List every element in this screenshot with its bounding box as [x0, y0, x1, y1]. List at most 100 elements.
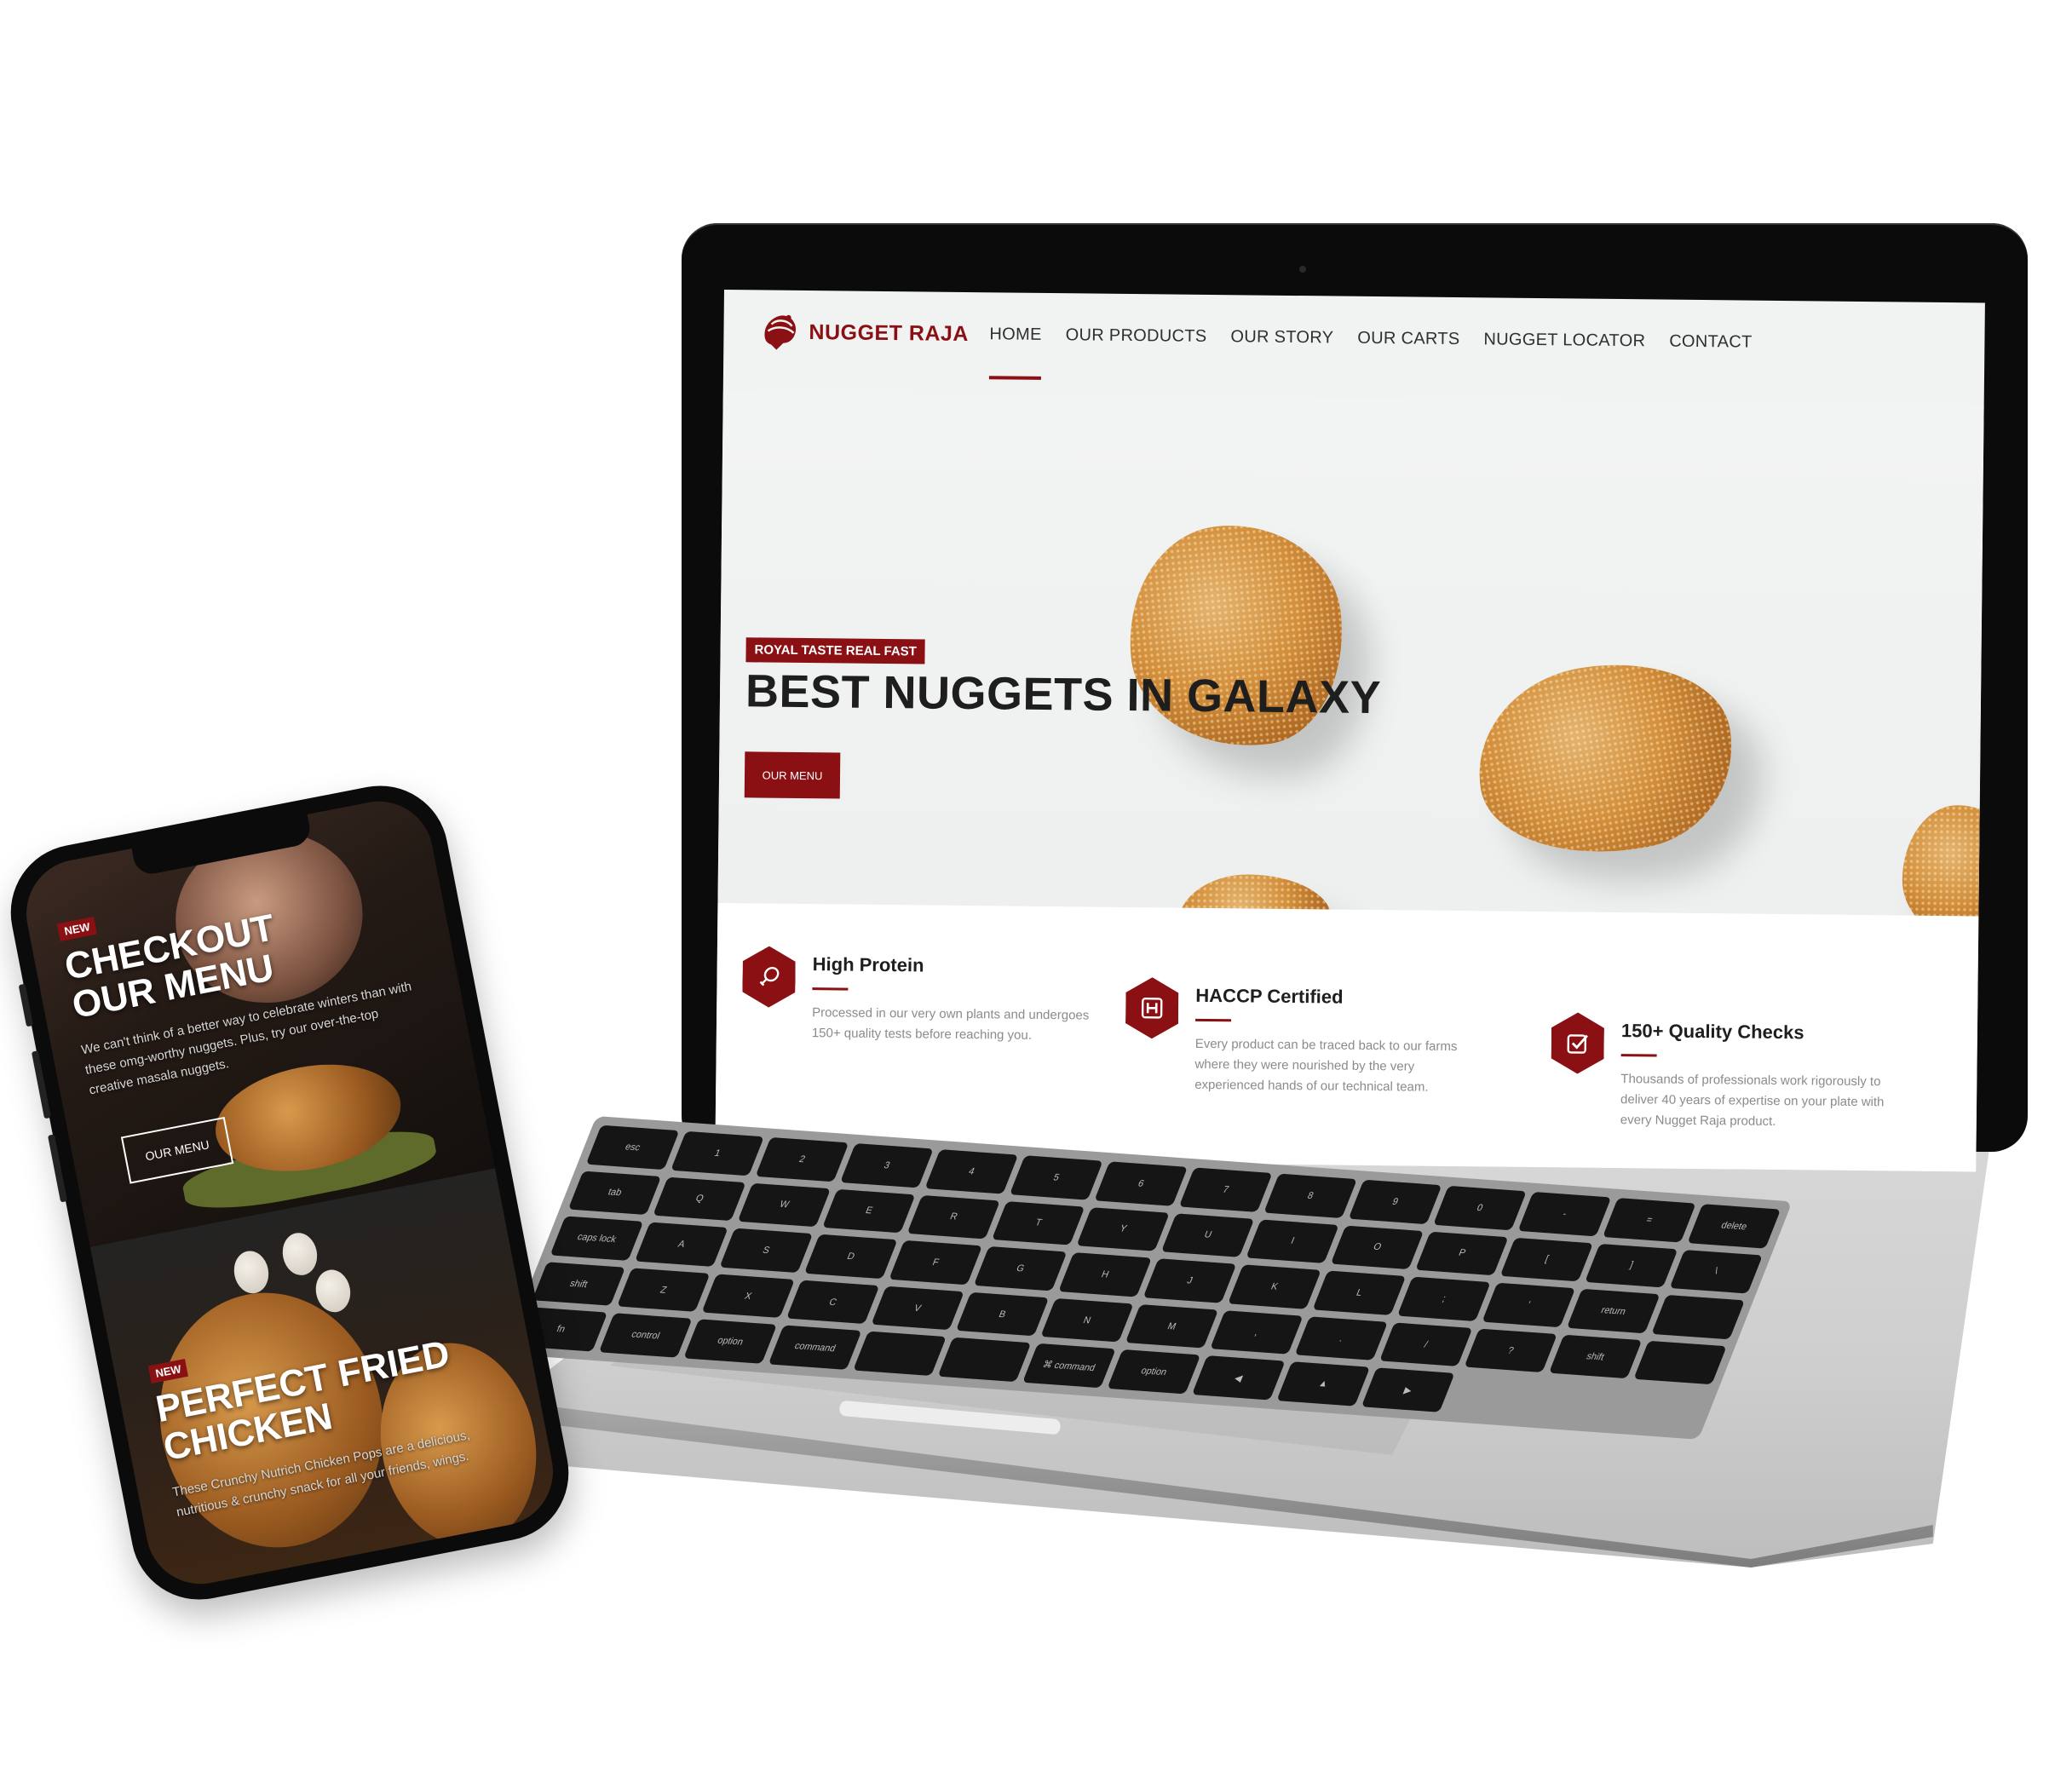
hero-tagline-badge: ROYAL TASTE REAL FAST — [745, 637, 926, 664]
keyboard-key[interactable]: shift — [532, 1262, 626, 1307]
our-menu-button[interactable]: OUR MENU — [744, 751, 841, 799]
camera-icon — [1299, 266, 1306, 273]
feature-divider — [1195, 1018, 1232, 1022]
keyboard-key[interactable]: D — [803, 1234, 898, 1280]
keyboard-key[interactable]: X — [701, 1274, 795, 1319]
keyboard-key[interactable] — [853, 1332, 947, 1377]
phone-side-button — [18, 983, 34, 1027]
keyboard-key[interactable]: K — [1228, 1264, 1321, 1309]
keyboard-key[interactable]: option — [683, 1319, 777, 1364]
keyboard-key[interactable]: G — [973, 1246, 1068, 1291]
keyboard-key[interactable]: / — [1378, 1322, 1473, 1367]
keyboard-key[interactable]: 9 — [1348, 1179, 1442, 1224]
keyboard-key[interactable]: 2 — [755, 1136, 849, 1182]
feature-title: High Protein — [812, 953, 924, 976]
keyboard-key[interactable]: O — [1330, 1225, 1424, 1270]
keyboard-key[interactable]: Y — [1076, 1206, 1170, 1251]
keyboard-key[interactable]: P — [1415, 1231, 1509, 1276]
main-nav: HOME OUR PRODUCTS OUR STORY OUR CARTS NU… — [989, 325, 1752, 352]
nav-our-carts[interactable]: OUR CARTS — [1357, 329, 1459, 349]
keyboard-key[interactable]: option — [1107, 1349, 1201, 1395]
keyboard-key[interactable]: shift — [1548, 1334, 1643, 1379]
keyboard-key[interactable]: ; — [1397, 1276, 1491, 1321]
keyboard-key[interactable]: command — [768, 1325, 862, 1370]
keyboard-key[interactable]: = — [1603, 1198, 1696, 1243]
keyboard-key[interactable]: control — [598, 1313, 693, 1358]
menu-promo-section: NEW CHECKOUT OUR MENU We can't think of … — [17, 791, 495, 1247]
keyboard-key[interactable]: ⌘ command — [1022, 1343, 1116, 1389]
keyboard-key[interactable]: ' — [1482, 1282, 1576, 1327]
keyboard-key[interactable]: 5 — [1010, 1155, 1103, 1200]
feature-text: Every product can be traced back to our … — [1194, 1036, 1458, 1095]
egg-image — [279, 1229, 321, 1279]
nav-home[interactable]: HOME — [989, 325, 1041, 345]
keyboard-key[interactable]: 6 — [1094, 1161, 1189, 1206]
keyboard-key[interactable]: 1 — [671, 1130, 764, 1176]
check-box-icon — [1551, 1012, 1604, 1074]
keyboard-key[interactable]: ◀ — [1191, 1355, 1286, 1401]
keyboard-key[interactable]: E — [822, 1188, 916, 1234]
keyboard-key[interactable] — [1633, 1340, 1727, 1385]
keyboard-key[interactable]: W — [737, 1182, 832, 1228]
nav-our-products[interactable]: OUR PRODUCTS — [1066, 325, 1207, 347]
hero-section: ROYAL TASTE REAL FAST BEST NUGGETS IN GA… — [717, 391, 1985, 969]
phone-screen: NEW CHECKOUT OUR MENU We can't think of … — [17, 791, 562, 1594]
keyboard-key[interactable]: ▶ — [1361, 1367, 1455, 1412]
keyboard-key[interactable]: Z — [616, 1268, 711, 1313]
keyboard-key[interactable]: 3 — [840, 1143, 934, 1188]
keyboard-key[interactable]: 7 — [1178, 1167, 1273, 1212]
keyboard-key[interactable]: R — [906, 1194, 1001, 1240]
keyboard-key[interactable]: M — [1125, 1303, 1219, 1349]
keyboard-key[interactable]: ▲ — [1276, 1361, 1370, 1406]
keyboard-key[interactable]: tab — [567, 1171, 662, 1216]
nav-our-story[interactable]: OUR STORY — [1230, 327, 1333, 348]
keyboard-key[interactable]: N — [1040, 1297, 1134, 1343]
brand-logo[interactable]: NUGGET RAJA — [759, 310, 969, 355]
nav-nugget-locator[interactable]: NUGGET LOCATOR — [1483, 330, 1645, 351]
hero-title: BEST NUGGETS IN GALAXY — [745, 665, 1382, 724]
keyboard-key[interactable]: - — [1517, 1191, 1612, 1236]
keyboard-key[interactable]: return — [1566, 1288, 1660, 1334]
keyboard-key[interactable] — [1651, 1295, 1745, 1340]
keyboard-key[interactable]: J — [1142, 1258, 1237, 1303]
keyboard-key[interactable]: [ — [1499, 1237, 1594, 1282]
nav-contact[interactable]: CONTACT — [1669, 332, 1753, 353]
keyboard-key[interactable]: 8 — [1263, 1173, 1357, 1218]
keyboard-key[interactable]: . — [1294, 1316, 1389, 1361]
features-section: High Protein Processed in our very own p… — [715, 902, 1979, 1172]
keyboard-key[interactable]: caps lock — [550, 1216, 644, 1261]
keyboard-key[interactable]: U — [1160, 1212, 1255, 1257]
keyboard-key[interactable]: A — [635, 1222, 728, 1267]
keyboard-key[interactable]: F — [889, 1240, 982, 1286]
nugget-image — [1464, 645, 1747, 872]
keyboard-key[interactable]: ? — [1464, 1328, 1557, 1373]
site-header: NUGGET RAJA HOME OUR PRODUCTS OUR STORY … — [723, 290, 1985, 405]
keyboard-key[interactable]: V — [871, 1286, 964, 1331]
keyboard-key[interactable]: 0 — [1433, 1185, 1527, 1230]
keyboard-key[interactable]: T — [991, 1200, 1085, 1245]
brand-name: NUGGET RAJA — [809, 319, 970, 346]
keyboard-key[interactable] — [937, 1337, 1032, 1383]
keyboard-key[interactable]: I — [1246, 1219, 1339, 1264]
keyboard-key[interactable]: ] — [1585, 1243, 1678, 1288]
keyboard-key[interactable]: esc — [585, 1125, 680, 1170]
keyboard-key[interactable]: Q — [653, 1176, 746, 1222]
keyboard-key[interactable]: S — [719, 1228, 814, 1273]
phone-side-button — [47, 1134, 68, 1203]
phone-side-button — [31, 1050, 52, 1119]
keyboard-key[interactable]: \ — [1669, 1249, 1764, 1294]
keyboard-key[interactable]: B — [955, 1291, 1050, 1337]
keyboard-key[interactable]: H — [1058, 1252, 1152, 1297]
feature-high-protein: High Protein Processed in our very own p… — [742, 946, 1089, 1043]
feature-text: Thousands of professionals work rigorous… — [1620, 1072, 1885, 1129]
feature-divider — [1620, 1054, 1657, 1057]
keyboard-key[interactable]: delete — [1687, 1204, 1781, 1249]
turban-logo-icon — [764, 314, 796, 350]
keyboard-key[interactable]: , — [1210, 1309, 1304, 1355]
keyboard-key[interactable]: C — [786, 1280, 880, 1325]
keyboard-key[interactable]: 4 — [924, 1149, 1019, 1194]
drumstick-icon — [742, 946, 796, 1008]
egg-image — [230, 1247, 273, 1297]
phone-device: NEW CHECKOUT OUR MENU We can't think of … — [0, 774, 581, 1612]
keyboard-key[interactable]: L — [1312, 1270, 1407, 1315]
